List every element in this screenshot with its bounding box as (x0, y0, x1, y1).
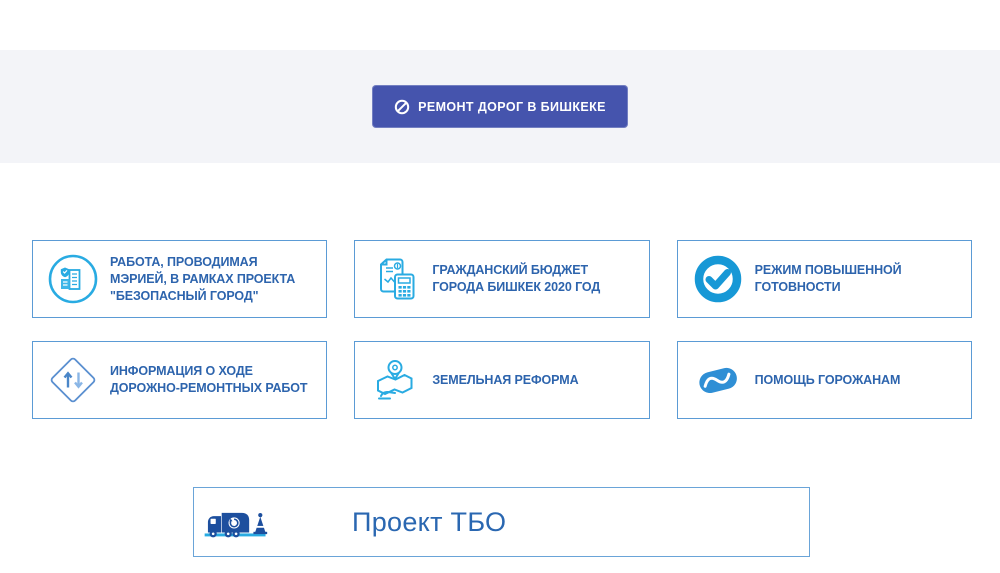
card-readiness[interactable]: РЕЖИМ ПОВЫШЕННОЙ ГОТОВНОСТИ (676, 240, 972, 318)
handshake-icon (692, 354, 744, 406)
card-roadworks[interactable]: ИНФОРМАЦИЯ О ХОДЕ ДОРОЖНО-РЕМОНТНЫХ РАБО… (32, 341, 328, 419)
quick-links-grid: РАБОТА, ПРОВОДИМАЯ МЭРИЕЙ, В РАМКАХ ПРОЕ… (32, 240, 972, 419)
hero-band: РЕМОНТ ДОРОГ В БИШКЕКЕ (0, 50, 1000, 163)
card-label: ГРАЖДАНСКИЙ БЮДЖЕТ ГОРОДА БИШКЕК 2020 ГО… (432, 263, 601, 294)
diamond-arrows-icon (47, 354, 99, 406)
card-label: ПОМОЩЬ ГОРОЖАНАМ (754, 372, 901, 387)
card-label: РЕЖИМ ПОВЫШЕННОЙ ГОТОВНОСТИ (754, 263, 902, 294)
road-repair-button-label: РЕМОНТ ДОРОГ В БИШКЕКЕ (418, 99, 606, 114)
card-help[interactable]: ПОМОЩЬ ГОРОЖАНАМ (676, 341, 972, 419)
card-safe-city[interactable]: РАБОТА, ПРОВОДИМАЯ МЭРИЕЙ, В РАМКАХ ПРОЕ… (32, 240, 328, 318)
tbo-project-label: Проект ТБО (352, 506, 507, 537)
card-label: ЗЕМЕЛЬНАЯ РЕФОРМА (432, 372, 579, 387)
card-tbo-project[interactable]: Проект ТБО (193, 487, 810, 557)
no-entry-icon (394, 99, 410, 114)
budget-calculator-icon (369, 253, 421, 305)
road-repair-button[interactable]: РЕМОНТ ДОРОГ В БИШКЕКЕ (372, 85, 628, 128)
card-label: ИНФОРМАЦИЯ О ХОДЕ ДОРОЖНО-РЕМОНТНЫХ РАБО… (110, 364, 308, 395)
garbage-truck-icon (204, 497, 276, 547)
card-land-reform[interactable]: ЗЕМЕЛЬНАЯ РЕФОРМА (354, 341, 650, 419)
map-pin-hand-icon (369, 354, 421, 406)
card-label: РАБОТА, ПРОВОДИМАЯ МЭРИЕЙ, В РАМКАХ ПРОЕ… (110, 254, 296, 303)
card-budget[interactable]: ГРАЖДАНСКИЙ БЮДЖЕТ ГОРОДА БИШКЕК 2020 ГО… (354, 240, 650, 318)
check-circle-icon (692, 253, 744, 305)
city-shield-icon (47, 253, 99, 305)
